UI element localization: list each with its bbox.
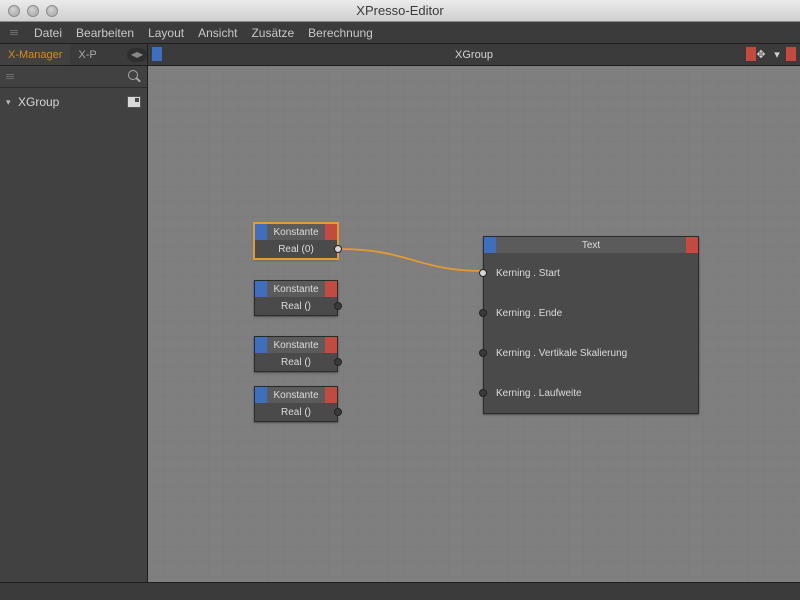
menu-bearbeiten[interactable]: Bearbeiten xyxy=(76,26,134,40)
input-port-vskal[interactable] xyxy=(479,349,487,357)
close-panel-icon[interactable] xyxy=(786,47,796,61)
node-konstante-1[interactable]: Konstante Real () xyxy=(254,280,338,316)
input-handle[interactable] xyxy=(152,47,162,61)
output-port[interactable] xyxy=(334,358,342,366)
editor-title: XGroup xyxy=(148,49,800,61)
output-port[interactable] xyxy=(334,408,342,416)
tabs-scroll-icon[interactable]: ◀▶ xyxy=(127,48,147,62)
node-canvas[interactable]: Konstante Real (0) Konstante Real () Kon… xyxy=(148,66,800,582)
statusbar xyxy=(0,582,800,600)
port-label: Kerning . Vertikale Skalierung xyxy=(488,348,694,359)
connection-wire xyxy=(148,66,800,582)
window-title: XPresso-Editor xyxy=(0,3,800,18)
menu-ansicht[interactable]: Ansicht xyxy=(198,26,237,40)
node-konstante-2[interactable]: Konstante Real () xyxy=(254,336,338,372)
tab-x-pool[interactable]: X-P xyxy=(70,44,104,65)
node-text[interactable]: Text Kerning . Start Kerning . Ende Kern… xyxy=(483,236,699,414)
node-value: Real () xyxy=(259,301,333,312)
port-label: Kerning . Start xyxy=(488,268,694,279)
menu-zusaetze[interactable]: Zusätze xyxy=(251,26,294,40)
close-icon[interactable] xyxy=(8,5,20,17)
hierarchy-tree: ▾ XGroup xyxy=(0,88,147,116)
output-port[interactable] xyxy=(334,302,342,310)
output-port[interactable] xyxy=(334,245,342,253)
minimize-icon[interactable] xyxy=(27,5,39,17)
port-label: Kerning . Ende xyxy=(488,308,694,319)
menu-layout[interactable]: Layout xyxy=(148,26,184,40)
node-title: Konstante xyxy=(267,340,325,351)
grip-icon[interactable] xyxy=(10,30,18,35)
window-titlebar: XPresso-Editor xyxy=(0,0,800,22)
tree-label: XGroup xyxy=(18,95,59,109)
tab-x-manager[interactable]: X-Manager xyxy=(0,44,70,65)
sidebar-toolbar xyxy=(0,66,147,88)
sidebar: X-Manager X-P ◀▶ ▾ XGroup xyxy=(0,44,148,582)
node-title: Konstante xyxy=(267,227,325,238)
port-label: Kerning . Laufweite xyxy=(488,388,694,399)
collapse-icon[interactable]: ▾ xyxy=(6,97,14,108)
node-value: Real () xyxy=(259,357,333,368)
tree-row-xgroup[interactable]: ▾ XGroup xyxy=(4,94,143,110)
main-split: X-Manager X-P ◀▶ ▾ XGroup XGroup ✥ ▾ xyxy=(0,44,800,582)
chevron-down-icon[interactable]: ▾ xyxy=(770,47,784,61)
sidebar-tabs: X-Manager X-P ◀▶ xyxy=(0,44,147,66)
menu-datei[interactable]: Datei xyxy=(34,26,62,40)
menubar: Datei Bearbeiten Layout Ansicht Zusätze … xyxy=(0,22,800,44)
expand-icon[interactable]: ✥ xyxy=(754,47,768,61)
node-value: Real (0) xyxy=(259,244,333,255)
node-value: Real () xyxy=(259,407,333,418)
xgroup-icon xyxy=(127,96,141,108)
input-port-laufweite[interactable] xyxy=(479,389,487,397)
traffic-lights xyxy=(8,5,58,17)
zoom-icon[interactable] xyxy=(46,5,58,17)
grip-icon[interactable] xyxy=(6,74,14,79)
menu-berechnung[interactable]: Berechnung xyxy=(308,26,373,40)
editor-header: XGroup ✥ ▾ xyxy=(148,44,800,66)
node-editor: XGroup ✥ ▾ Konstante Real (0) Konstante … xyxy=(148,44,800,582)
node-konstante-0[interactable]: Konstante Real (0) xyxy=(254,223,338,259)
node-title: Konstante xyxy=(267,390,325,401)
node-title: Text xyxy=(496,240,686,251)
input-port-start[interactable] xyxy=(479,269,487,277)
search-icon[interactable] xyxy=(128,70,141,83)
input-port-ende[interactable] xyxy=(479,309,487,317)
node-title: Konstante xyxy=(267,284,325,295)
node-konstante-3[interactable]: Konstante Real () xyxy=(254,386,338,422)
